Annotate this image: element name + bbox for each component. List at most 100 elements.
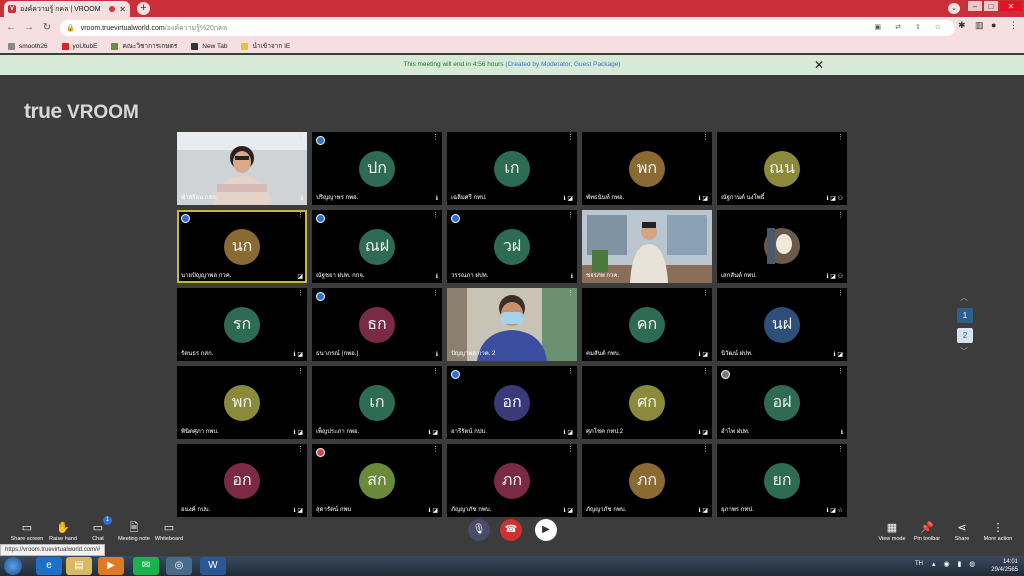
chrome-app-icon[interactable]: ◎ <box>166 557 192 575</box>
profile-avatar[interactable]: ● <box>991 20 996 30</box>
tile-menu-icon[interactable]: ⋮ <box>702 446 709 453</box>
tile-menu-icon[interactable]: ⋮ <box>702 368 709 375</box>
participant-tile[interactable]: ⋮ ปัญญาพล กวค. 2 <box>447 288 577 361</box>
participant-tile[interactable]: ยก ⋮ ยุภาพร กทป. ℹ ◪ ☆ <box>717 444 847 517</box>
window-close-button[interactable]: ✕ <box>999 0 1023 12</box>
participant-tile[interactable]: ธก ⋮ ธนาภรณ์ (กพอ.) ℹ <box>312 288 442 361</box>
participant-tile[interactable]: รก ⋮ รัตนธร กสก. ℹ ◪ <box>177 288 307 361</box>
more-action-button[interactable]: ⋮ More action <box>976 520 1020 542</box>
bookmark-item[interactable]: นำเข้าจาก IE <box>241 41 290 51</box>
tile-menu-icon[interactable]: ⋮ <box>702 212 709 219</box>
tile-menu-icon[interactable]: ⋮ <box>837 134 844 141</box>
participant-tile[interactable]: เก ⋮ เฉลิมศรี กทป. ℹ ◪ <box>447 132 577 205</box>
minimize-button[interactable]: – <box>967 0 983 12</box>
tile-menu-icon[interactable]: ⋮ <box>837 290 844 297</box>
language-indicator[interactable]: TH <box>915 561 923 567</box>
tile-menu-icon[interactable]: ⋮ <box>297 368 304 375</box>
participant-tile[interactable]: ⋮ ฟ้าสร้อน กสก. ℹ <box>177 132 307 205</box>
tile-menu-icon[interactable]: ⋮ <box>297 134 304 141</box>
tile-menu-icon[interactable]: ⋮ <box>702 290 709 297</box>
menu-icon[interactable]: ⋮ <box>1009 20 1018 31</box>
tile-menu-icon[interactable]: ⋮ <box>297 290 304 297</box>
address-bar-icons[interactable]: ▣ ⇄ ⇧ ☆ <box>875 23 947 31</box>
participant-tile[interactable]: ภก ⋮ ภัญญาภัช กพบ. ℹ ◪ <box>582 444 712 517</box>
bookmark-item[interactable]: smooth26 <box>8 42 48 50</box>
participant-tile[interactable]: ปก ⋮ ปริญญาพร กพอ. ℹ <box>312 132 442 205</box>
participant-tile[interactable]: วฝ ⋮ วรรณภา ฝปท. ℹ <box>447 210 577 283</box>
bookmark-item[interactable]: คณะวิชาการเกษตร <box>111 41 177 51</box>
participant-tile[interactable]: พก ⋮ พินิตศุภา กพบ. ℹ ◪ <box>177 366 307 439</box>
tile-menu-icon[interactable]: ⋮ <box>432 446 439 453</box>
extensions-icon[interactable]: ✱ <box>958 20 966 31</box>
media-player-app-icon[interactable]: ▶ <box>98 557 124 575</box>
participant-status-icons: ℹ ◪ <box>698 352 708 358</box>
tile-menu-icon[interactable]: ⋮ <box>702 134 709 141</box>
bookmark-item[interactable]: yoUtubE <box>61 42 97 50</box>
participant-status-icons: ℹ ◪ <box>563 508 573 514</box>
participant-name: ณัฐชยา ฝปท. กกจ. <box>316 273 365 279</box>
avatar: เก <box>359 385 395 421</box>
leave-call-button[interactable]: ☎ <box>500 519 522 541</box>
participant-tile[interactable]: สก ⋮ สุดารัตน์ กพบ ℹ ◪ <box>312 444 442 517</box>
word-app-icon[interactable]: W <box>200 557 226 575</box>
tile-menu-icon[interactable]: ⋮ <box>297 446 304 453</box>
page-up-icon[interactable]: ︿ <box>957 292 971 303</box>
page-down-icon[interactable]: ﹀ <box>957 346 971 357</box>
participant-tile[interactable]: นก ⋮ นายปัญญาพล กวค. ◪ <box>177 210 307 283</box>
line-app-icon[interactable]: ✉ <box>133 557 159 575</box>
participant-tile[interactable]: ศก ⋮ ศุภโชค กทป.2 ℹ ◪ <box>582 366 712 439</box>
reload-icon[interactable]: ↻ <box>40 21 54 35</box>
whiteboard-button[interactable]: ▭ Whiteboard <box>147 520 191 542</box>
tab-close-icon[interactable]: ✕ <box>119 5 126 14</box>
participant-tile[interactable]: อก ⋮ อารีรัตน์ กปบ. ℹ ◪ <box>447 366 577 439</box>
camera-toggle-button[interactable]: ▶ <box>535 519 557 541</box>
tile-menu-icon[interactable]: ⋮ <box>567 368 574 375</box>
forward-icon[interactable]: → <box>22 21 36 35</box>
tile-menu-icon[interactable]: ⋮ <box>567 134 574 141</box>
participant-tile[interactable]: คก ⋮ คมสันต์ กพบ. ℹ ◪ <box>582 288 712 361</box>
tile-menu-icon[interactable]: ⋮ <box>837 212 844 219</box>
link-preview-status: https://vroom.truevirtualworld.com/# <box>0 544 106 556</box>
bookmark-item[interactable]: New Tab <box>191 42 227 50</box>
lock-icon[interactable]: 🔒 <box>66 24 75 32</box>
ie-app-icon[interactable]: e <box>36 557 62 575</box>
tile-menu-icon[interactable]: ⋮ <box>567 446 574 453</box>
tile-menu-icon[interactable]: ⋮ <box>837 368 844 375</box>
avatar: เก <box>494 151 530 187</box>
mic-toggle-button[interactable]: 🎙 <box>468 519 490 541</box>
page-2-button[interactable]: 2 <box>957 328 973 343</box>
side-panel-icon[interactable]: ▥ <box>975 20 984 31</box>
page-1-button[interactable]: 1 <box>957 308 973 323</box>
tile-menu-icon[interactable]: ⋮ <box>567 212 574 219</box>
participant-tile[interactable]: นฝ ⋮ นิวัฒน์ ฝปท. ℹ ◪ <box>717 288 847 361</box>
new-tab-button[interactable]: + <box>137 2 150 15</box>
start-button[interactable] <box>4 557 22 575</box>
tile-menu-icon[interactable]: ⋮ <box>432 290 439 297</box>
banner-link[interactable]: (Created by Moderator, Guest Package) <box>505 61 620 68</box>
participant-tile[interactable]: ณน ⋮ ณัฐกานต์ นงโพธิ์ ℹ ◪ ⚇ <box>717 132 847 205</box>
tile-menu-icon[interactable]: ⋮ <box>837 446 844 453</box>
tile-menu-icon[interactable]: ⋮ <box>297 212 304 219</box>
banner-close-icon[interactable]: ✕ <box>814 58 824 72</box>
tile-menu-icon[interactable]: ⋮ <box>432 134 439 141</box>
participant-name: ภัญญาภัช กพบ. <box>586 507 627 513</box>
address-bar[interactable]: 🔒 vroom.truevirtualworld.com /องค์ความรู… <box>60 20 955 36</box>
tray-icons[interactable]: ▴ ◉ ▮ ◍ <box>932 560 978 568</box>
maximize-button[interactable]: □ <box>983 0 999 12</box>
clock[interactable]: 14:01 29/4/2565 <box>991 558 1018 574</box>
browser-tab[interactable]: V องค์ความรู้ กคล | VROOM ✕ <box>4 1 130 17</box>
participant-tile[interactable]: อก ⋮ อนงค์ กปบ. ℹ ◪ <box>177 444 307 517</box>
tile-menu-icon[interactable]: ⋮ <box>567 290 574 297</box>
participant-tile[interactable]: พก ⋮ พัทธนันท์ กพอ. ℹ ◪ <box>582 132 712 205</box>
tab-search-button[interactable]: ⌄ <box>948 3 960 14</box>
tile-menu-icon[interactable]: ⋮ <box>432 368 439 375</box>
participant-tile[interactable]: ⋮ ชจรภพ กวค. <box>582 210 712 283</box>
tile-menu-icon[interactable]: ⋮ <box>432 212 439 219</box>
participant-tile[interactable]: เก ⋮ เพ็ญประภา กพอ. ℹ ◪ <box>312 366 442 439</box>
back-icon[interactable]: ← <box>4 21 18 35</box>
participant-tile[interactable]: ณฝ ⋮ ณัฐชยา ฝปท. กกจ. ℹ <box>312 210 442 283</box>
participant-tile[interactable]: อฝ ⋮ อำไพ ฝปท. ℹ <box>717 366 847 439</box>
explorer-app-icon[interactable]: ▤ <box>66 557 92 575</box>
participant-tile[interactable]: ภก ⋮ ภัญญาภัช กพบ. ℹ ◪ <box>447 444 577 517</box>
participant-tile[interactable]: ⋮ เสกสันต์ กทป. ℹ ◪ ⚇ <box>717 210 847 283</box>
